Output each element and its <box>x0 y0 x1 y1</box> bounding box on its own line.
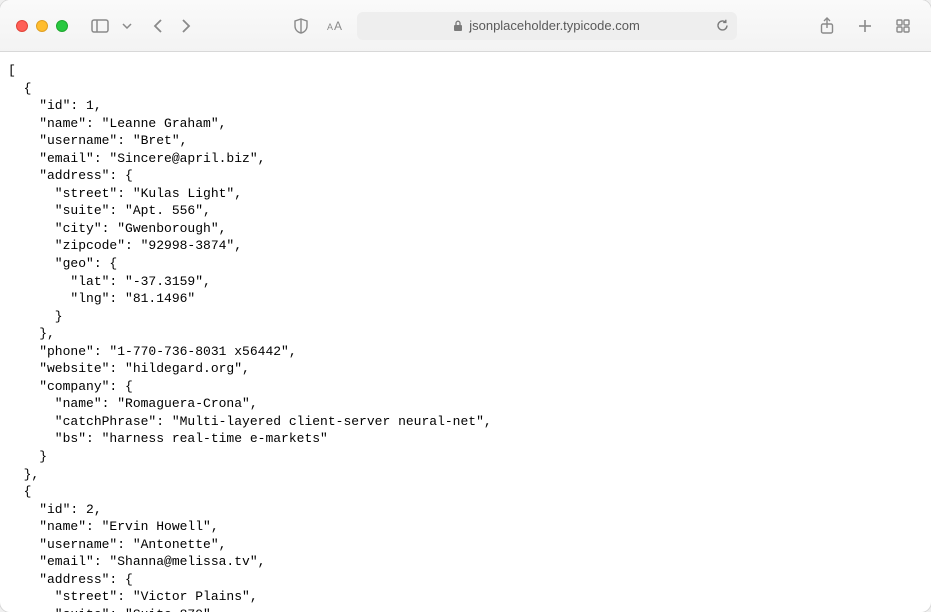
reload-icon <box>716 19 729 32</box>
browser-window: A A jsonplaceholder.typicode.com <box>0 0 931 612</box>
right-toolbar <box>815 14 915 38</box>
lock-icon <box>453 20 463 32</box>
share-icon <box>820 17 834 35</box>
nav-arrows <box>146 14 198 38</box>
svg-text:A: A <box>334 20 342 32</box>
sidebar-toggle-button[interactable] <box>88 14 112 38</box>
json-response-body[interactable]: [ { "id": 1, "name": "Leanne Graham", "u… <box>0 52 931 612</box>
text-format-icon: A A <box>327 20 343 32</box>
window-close-button[interactable] <box>16 20 28 32</box>
chevron-right-icon <box>181 18 191 34</box>
forward-button[interactable] <box>174 14 198 38</box>
grid-icon <box>896 19 910 33</box>
privacy-report-button[interactable] <box>289 14 313 38</box>
chevron-down-icon <box>122 23 132 29</box>
reader-format-button[interactable]: A A <box>323 14 347 38</box>
url-text: jsonplaceholder.typicode.com <box>469 18 640 33</box>
tab-overview-button[interactable] <box>891 14 915 38</box>
traffic-lights <box>16 20 68 32</box>
titlebar: A A jsonplaceholder.typicode.com <box>0 0 931 52</box>
share-button[interactable] <box>815 14 839 38</box>
tab-dropdown-button[interactable] <box>120 14 134 38</box>
address-bar[interactable]: jsonplaceholder.typicode.com <box>357 12 737 40</box>
window-maximize-button[interactable] <box>56 20 68 32</box>
reload-button[interactable] <box>716 19 729 32</box>
plus-icon <box>858 19 872 33</box>
new-tab-button[interactable] <box>853 14 877 38</box>
window-minimize-button[interactable] <box>36 20 48 32</box>
chevron-left-icon <box>153 18 163 34</box>
shield-icon <box>294 18 308 34</box>
address-group: A A jsonplaceholder.typicode.com <box>289 12 737 40</box>
sidebar-icon <box>91 19 109 33</box>
back-button[interactable] <box>146 14 170 38</box>
svg-text:A: A <box>327 22 333 32</box>
